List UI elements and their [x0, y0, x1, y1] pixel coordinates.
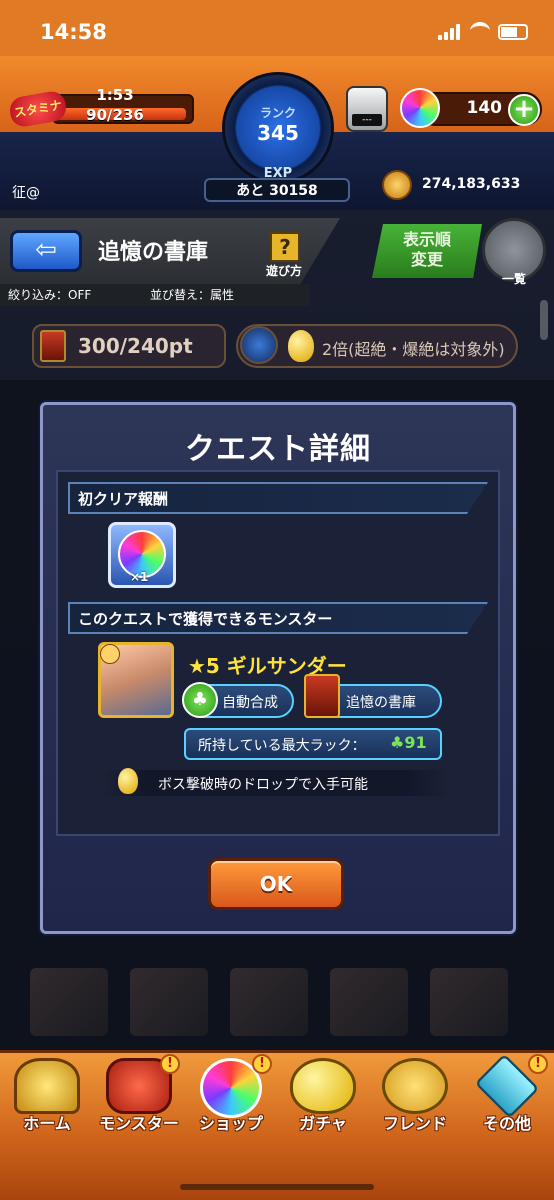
- monsters-title: このクエストで獲得できるモンスター: [78, 610, 333, 628]
- battery-icon: [498, 24, 528, 40]
- rank-value: 345: [257, 121, 299, 145]
- exp-remaining: あと 30158: [236, 183, 318, 199]
- clover-icon: ♣: [182, 682, 218, 718]
- help-label[interactable]: 遊び方: [266, 262, 302, 279]
- orb-count: 140: [466, 98, 503, 118]
- bg-monster-thumb: [30, 968, 108, 1036]
- user-name: 征@: [12, 185, 40, 201]
- bg-monster-thumb: [430, 968, 508, 1036]
- clock-icon: [240, 326, 278, 364]
- wifi-icon: [470, 22, 490, 40]
- library-label: 追憶の書庫: [346, 695, 416, 711]
- page-title: 追憶の書庫: [98, 240, 209, 265]
- display-order-button[interactable]: 表示順 変更: [372, 224, 482, 278]
- dialog-title: クエスト詳細: [185, 432, 371, 467]
- stamina-timer: 1:53: [96, 86, 134, 104]
- list-view-label: 一覧: [501, 272, 526, 286]
- nav-gacha[interactable]: ガチャ: [278, 1054, 368, 1140]
- exp-label: EXP: [263, 166, 293, 181]
- bonus-text: 2倍(超絶・爆絶は対象外): [322, 340, 505, 359]
- max-luck-value: ♣91: [390, 733, 427, 752]
- nav-shop-label: ショップ: [198, 1114, 263, 1133]
- home-icon: [14, 1058, 80, 1114]
- nav-home-label: ホーム: [23, 1114, 71, 1133]
- egg-icon: [118, 768, 138, 794]
- drop-info-text: ボス撃破時のドロップで入手可能: [158, 777, 368, 793]
- rank-label: ランク: [259, 106, 296, 120]
- nav-shop[interactable]: ! ショップ: [186, 1054, 276, 1140]
- bg-monster-thumb: [330, 968, 408, 1036]
- auto-fusion-label: 自動合成: [222, 695, 278, 711]
- max-luck-label: 所持している最大ラック：: [198, 738, 366, 754]
- orb-machine-screen: ---: [352, 114, 382, 126]
- points-value: 300/240pt: [78, 334, 193, 358]
- notification-badge: !: [160, 1054, 180, 1074]
- home-indicator: [180, 1184, 374, 1190]
- gacha-egg-icon: [290, 1058, 356, 1114]
- coin-icon: [382, 170, 412, 200]
- reward-quantity: ×1: [130, 570, 149, 584]
- clock: 14:58: [40, 20, 107, 44]
- friend-icon: [382, 1058, 448, 1114]
- coin-count: 274,183,633: [422, 176, 521, 192]
- nav-home[interactable]: ホーム: [2, 1054, 92, 1140]
- scrollbar[interactable]: [540, 300, 548, 340]
- nav-friend[interactable]: フレンド: [370, 1054, 460, 1140]
- nav-friend-label: フレンド: [382, 1114, 447, 1133]
- book-icon: [304, 674, 340, 718]
- orb-icon: [400, 88, 440, 128]
- notification-badge: !: [528, 1054, 548, 1074]
- bg-monster-thumb: [130, 968, 208, 1036]
- ok-label: OK: [259, 872, 293, 896]
- bg-monster-thumb: [230, 968, 308, 1036]
- element-icon: [100, 644, 120, 664]
- back-button[interactable]: ⇦: [10, 230, 82, 272]
- book-icon: [40, 330, 66, 362]
- app-screen: 14:58 スタミナ 1:53 90/236 ランク 345 EXP あと 30…: [0, 0, 554, 1200]
- signal-icon: [438, 24, 462, 40]
- first-clear-title: 初クリア報酬: [78, 490, 169, 508]
- nav-monster[interactable]: ! モンスター: [94, 1054, 184, 1140]
- filter-label[interactable]: 絞り込み：OFF: [8, 286, 91, 303]
- nav-other[interactable]: ! その他: [462, 1053, 552, 1140]
- nav-gacha-label: ガチャ: [299, 1114, 347, 1133]
- display-order-line1: 表示順: [402, 230, 451, 249]
- stamina-value: 90/236: [86, 106, 144, 124]
- nav-other-label: その他: [482, 1114, 531, 1133]
- add-orb-button[interactable]: +: [508, 94, 540, 126]
- sort-label[interactable]: 並び替え：属性: [150, 286, 234, 303]
- egg-icon: [288, 330, 314, 362]
- nav-monster-label: モンスター: [99, 1114, 179, 1133]
- display-order-line2: 変更: [410, 250, 443, 269]
- help-icon[interactable]: ?: [270, 232, 300, 262]
- notification-badge: !: [252, 1054, 272, 1074]
